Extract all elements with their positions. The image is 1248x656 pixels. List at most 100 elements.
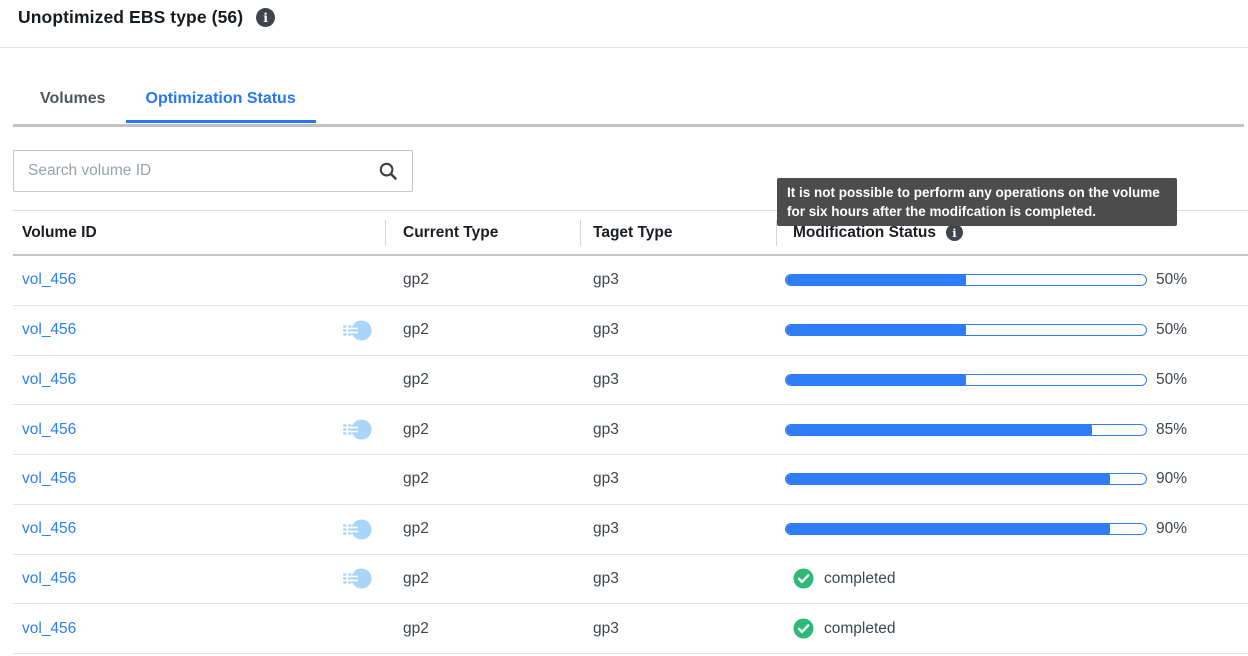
modification-status-cell: 50% (776, 371, 1248, 389)
volume-id-cell: vol_456 (13, 566, 385, 591)
fast-modification-icon (342, 318, 373, 343)
current-type-cell: gp2 (385, 570, 580, 588)
check-circle-icon (793, 618, 814, 639)
table-row: vol_456 (13, 405, 1248, 455)
progress-bar-fill (786, 524, 1110, 534)
volume-id-link[interactable]: vol_456 (22, 470, 76, 488)
optimization-status-table: Volume ID Current Type Taget Type Modifi… (13, 210, 1248, 654)
target-type: gp3 (593, 570, 619, 587)
volume-id-link[interactable]: vol_456 (22, 271, 76, 289)
search-input[interactable] (14, 162, 378, 180)
completed-label: completed (824, 570, 896, 588)
current-type-cell: gp2 (385, 321, 580, 339)
target-type-cell: gp3 (580, 620, 776, 638)
table-row: vol_456 (13, 455, 1248, 505)
page-title: Unoptimized EBS type (56) (18, 7, 243, 28)
current-type: gp2 (403, 421, 429, 438)
table-row: vol_456 (13, 505, 1248, 555)
table-row: vol_456 (13, 356, 1248, 406)
current-type: gp2 (403, 371, 429, 388)
current-type: gp2 (403, 520, 429, 537)
progress-percent: 90% (1156, 520, 1187, 538)
volume-id-cell: vol_456 (13, 517, 385, 542)
progress: 90% (785, 470, 1187, 488)
progress-bar (785, 374, 1147, 386)
modification-status-cell: completed (776, 618, 1248, 639)
target-type: gp3 (593, 620, 619, 637)
modification-status-cell: completed (776, 568, 1248, 589)
volume-id-link[interactable]: vol_456 (22, 520, 76, 538)
tooltip: It is not possible to perform any operat… (777, 178, 1177, 226)
column-header-label: Modification Status (793, 224, 936, 242)
info-icon[interactable]: i (256, 8, 275, 27)
target-type-cell: gp3 (580, 421, 776, 439)
modification-status-cell: 85% (776, 421, 1248, 439)
page-header: Unoptimized EBS type (56) i (18, 7, 275, 28)
current-type-cell: gp2 (385, 271, 580, 289)
tab-optimization-status[interactable]: Optimization Status (126, 88, 316, 123)
progress-bar-fill (786, 375, 966, 385)
check-circle-icon (793, 568, 814, 589)
tab-volumes[interactable]: Volumes (20, 88, 126, 123)
table-row: vol_456 (13, 306, 1248, 356)
fast-modification-icon (342, 417, 373, 442)
target-type-cell: gp3 (580, 371, 776, 389)
volume-id-link[interactable]: vol_456 (22, 570, 76, 588)
volume-id-cell: vol_456 (13, 318, 385, 343)
modification-status-cell: 90% (776, 470, 1248, 488)
progress-percent: 50% (1156, 371, 1187, 389)
completed-status: completed (793, 618, 896, 639)
current-type-cell: gp2 (385, 470, 580, 488)
target-type-cell: gp3 (580, 470, 776, 488)
target-type: gp3 (593, 470, 619, 487)
progress: 50% (785, 321, 1187, 339)
current-type: gp2 (403, 271, 429, 288)
progress-bar (785, 324, 1147, 336)
volume-id-link[interactable]: vol_456 (22, 421, 76, 439)
target-type-cell: gp3 (580, 520, 776, 538)
target-type: gp3 (593, 321, 619, 338)
volume-id-cell: vol_456 (13, 268, 385, 293)
progress: 90% (785, 520, 1187, 538)
header-divider (0, 47, 1248, 48)
search-icon[interactable] (378, 161, 399, 182)
modification-status-cell: 50% (776, 321, 1248, 339)
target-type-cell: gp3 (580, 321, 776, 339)
progress: 50% (785, 371, 1187, 389)
tab-bar: Volumes Optimization Status (20, 88, 316, 123)
target-type: gp3 (593, 520, 619, 537)
completed-status: completed (793, 568, 896, 589)
current-type-cell: gp2 (385, 371, 580, 389)
progress-percent: 50% (1156, 321, 1187, 339)
target-type: gp3 (593, 271, 619, 288)
progress-bar-fill (786, 275, 966, 285)
modification-status-cell: 50% (776, 271, 1248, 289)
info-icon[interactable]: i (946, 224, 963, 241)
current-type-cell: gp2 (385, 421, 580, 439)
progress-bar (785, 274, 1147, 286)
column-header-label: Volume ID (22, 224, 97, 242)
volume-id-link[interactable]: vol_456 (22, 620, 76, 638)
current-type: gp2 (403, 321, 429, 338)
progress-bar (785, 523, 1147, 535)
progress-bar-fill (786, 425, 1092, 435)
target-type-cell: gp3 (580, 271, 776, 289)
fast-modification-icon (342, 517, 373, 542)
current-type: gp2 (403, 470, 429, 487)
volume-id-cell: vol_456 (13, 417, 385, 442)
progress-bar-fill (786, 325, 966, 335)
progress-bar-fill (786, 474, 1110, 484)
column-header-target-type: Taget Type (580, 211, 776, 254)
progress-percent: 85% (1156, 421, 1187, 439)
column-header-volume-id: Volume ID (13, 211, 385, 254)
volume-id-link[interactable]: vol_456 (22, 321, 76, 339)
progress: 50% (785, 271, 1187, 289)
column-header-label: Current Type (403, 224, 498, 242)
progress: 85% (785, 421, 1187, 439)
volume-id-link[interactable]: vol_456 (22, 371, 76, 389)
target-type: gp3 (593, 421, 619, 438)
volume-id-cell: vol_456 (13, 367, 385, 392)
progress-percent: 90% (1156, 470, 1187, 488)
current-type: gp2 (403, 570, 429, 587)
progress-bar (785, 473, 1147, 485)
